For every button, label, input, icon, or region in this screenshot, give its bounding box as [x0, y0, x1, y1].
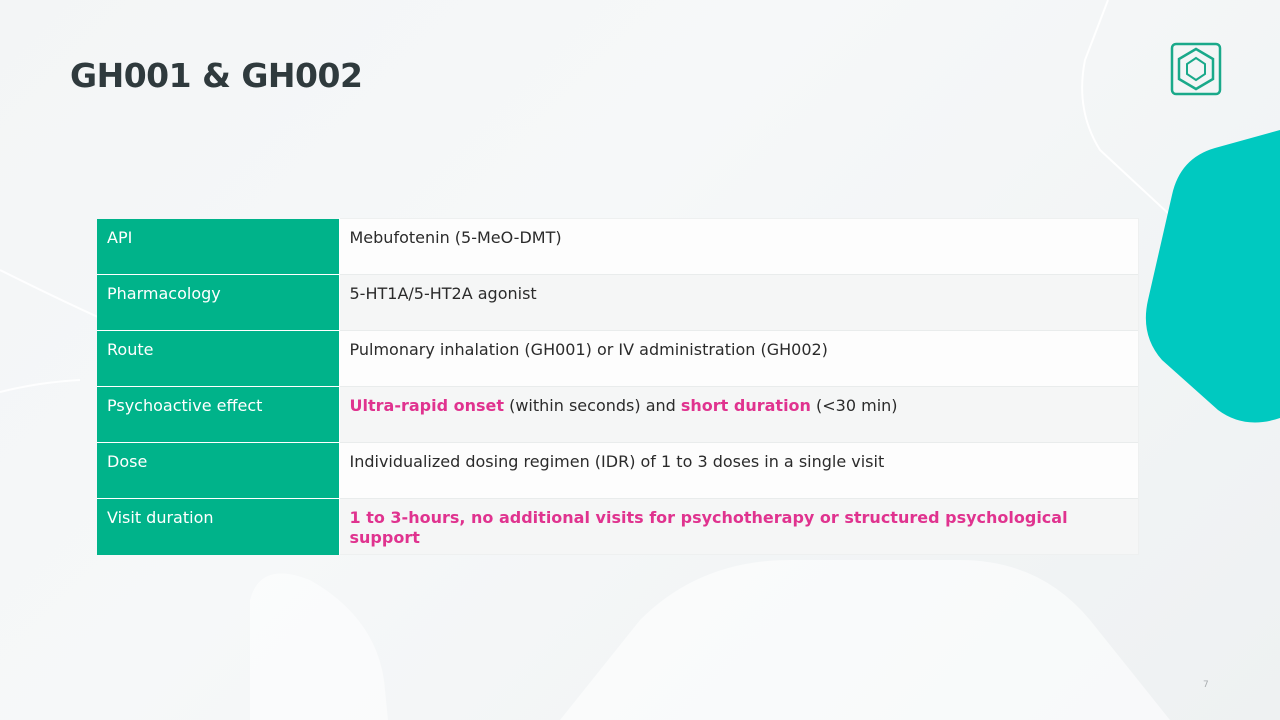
hexagon-logo-icon: [1170, 42, 1222, 96]
page-title: GH001 & GH002: [70, 56, 363, 95]
value-text: Mebufotenin (5-MeO-DMT): [349, 228, 562, 247]
table-row: Psychoactive effect Ultra-rapid onset (w…: [97, 386, 1139, 443]
row-value-api: Mebufotenin (5-MeO-DMT): [339, 218, 1139, 275]
row-value-psychoactive-effect: Ultra-rapid onset (within seconds) and s…: [339, 386, 1139, 443]
table-row: Visit duration 1 to 3-hours, no addition…: [97, 498, 1139, 555]
table-row: Route Pulmonary inhalation (GH001) or IV…: [97, 330, 1139, 387]
value-text: Pulmonary inhalation (GH001) or IV admin…: [349, 340, 828, 359]
row-value-dose: Individualized dosing regimen (IDR) of 1…: [339, 442, 1139, 499]
row-label-visit-duration: Visit duration: [97, 498, 340, 555]
properties-table: API Mebufotenin (5-MeO-DMT) Pharmacology…: [97, 218, 1139, 555]
table-row: Dose Individualized dosing regimen (IDR)…: [97, 442, 1139, 499]
row-label-dose: Dose: [97, 442, 340, 499]
row-label-psychoactive-effect: Psychoactive effect: [97, 386, 340, 443]
row-value-pharmacology: 5-HT1A/5-HT2A agonist: [339, 274, 1139, 331]
value-text: (within seconds) and: [504, 396, 681, 415]
value-text: 5-HT1A/5-HT2A agonist: [349, 284, 537, 303]
value-text: Individualized dosing regimen (IDR) of 1…: [349, 452, 885, 471]
table-row: API Mebufotenin (5-MeO-DMT): [97, 218, 1139, 275]
highlight-text: short duration: [680, 396, 811, 415]
page-number: 7: [1203, 680, 1209, 690]
row-label-api: API: [97, 218, 340, 275]
row-value-visit-duration: 1 to 3-hours, no additional visits for p…: [339, 498, 1139, 555]
table-row: Pharmacology 5-HT1A/5-HT2A agonist: [97, 274, 1139, 331]
row-label-route: Route: [97, 330, 340, 387]
row-value-route: Pulmonary inhalation (GH001) or IV admin…: [339, 330, 1139, 387]
highlight-text: Ultra-rapid onset: [349, 396, 505, 415]
highlight-text: 1 to 3-hours, no additional visits for p…: [349, 508, 1068, 547]
row-label-pharmacology: Pharmacology: [97, 274, 340, 331]
value-text: (<30 min): [810, 396, 898, 415]
